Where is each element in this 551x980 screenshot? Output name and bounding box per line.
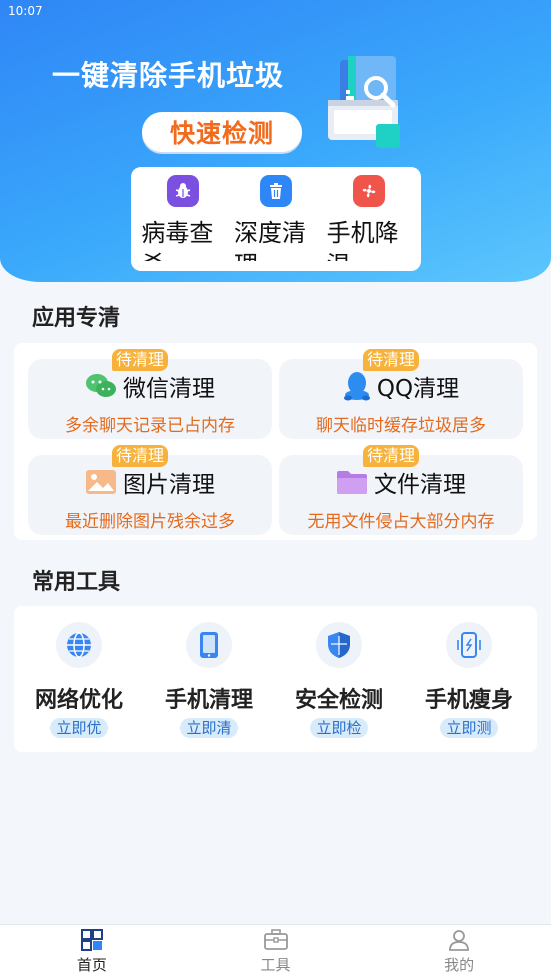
tab-home[interactable]: 首页 [0, 925, 184, 980]
app-tile-pictures[interactable]: 待清理 图片清理 最近删除图片残余过多 [28, 445, 272, 535]
app-desc: 聊天临时缓存垃圾居多 [316, 416, 486, 436]
apps-card: 待清理 微信清理 多余聊天记录已占内存 待清理 QQ清理 聊天临时缓存垃圾居多 … [14, 343, 537, 540]
tab-label: 我的 [444, 956, 475, 974]
pending-badge: 待清理 [363, 445, 420, 467]
bug-icon [167, 175, 200, 207]
phone-vibrate-icon [457, 632, 481, 658]
pending-badge: 待清理 [112, 349, 169, 371]
app-name: 微信清理 [123, 376, 215, 402]
home-grid-icon [80, 929, 103, 951]
feature-label: 病毒查杀 [141, 219, 214, 261]
tool-action-button[interactable]: 立即清 [180, 718, 238, 738]
feature-cool-down[interactable]: 手机降温 [326, 175, 412, 267]
status-time: 10:07 [8, 4, 43, 18]
globe-icon [67, 632, 91, 658]
cleaner-illustration-icon [328, 56, 400, 148]
tab-label: 首页 [76, 956, 107, 974]
pending-badge: 待清理 [363, 349, 420, 371]
shield-icon [328, 632, 350, 658]
tool-name: 网络优化 [34, 688, 123, 713]
app-desc: 无用文件侵占大部分内存 [307, 512, 495, 532]
app-name: 图片清理 [123, 472, 215, 498]
hero-title: 一键清除手机垃圾 [52, 59, 285, 92]
folder-icon [337, 471, 367, 494]
apps-section-title: 应用专清 [32, 306, 121, 331]
phone-icon [200, 632, 218, 658]
app-tile-files[interactable]: 待清理 文件清理 无用文件侵占大部分内存 [279, 445, 523, 535]
tool-security-check[interactable]: 安全检测 立即检 [274, 606, 404, 752]
tool-name: 安全检测 [294, 688, 383, 713]
feature-deep-clean[interactable]: 深度清理 [233, 175, 319, 267]
app-tile-wechat[interactable]: 待清理 微信清理 多余聊天记录已占内存 [28, 349, 272, 439]
fan-icon [352, 175, 385, 207]
feature-card: 病毒查杀 深度清理 手机降温 [131, 167, 421, 271]
app-name: QQ清理 [376, 376, 460, 402]
pending-badge: 待清理 [112, 445, 169, 467]
tools-section-title: 常用工具 [32, 570, 121, 595]
tool-action-button[interactable]: 立即优 [50, 718, 108, 738]
tab-tools[interactable]: 工具 [184, 925, 368, 980]
picture-icon [86, 470, 116, 494]
tool-phone-slim[interactable]: 手机瘦身 立即测 [404, 606, 534, 752]
tab-label: 工具 [260, 956, 291, 974]
user-icon [449, 930, 470, 951]
toolbox-icon [263, 929, 288, 950]
tool-network-optimize[interactable]: 网络优化 立即优 [14, 606, 144, 752]
status-bar: 10:07 [0, 0, 551, 24]
app-name: 文件清理 [374, 472, 466, 498]
bottom-tab-bar: 首页 工具 我的 [0, 924, 551, 980]
app-desc: 最近删除图片残余过多 [65, 512, 235, 532]
tab-mine[interactable]: 我的 [367, 925, 551, 980]
qq-icon [343, 372, 370, 401]
tool-action-button[interactable]: 立即检 [310, 718, 368, 738]
app-tile-qq[interactable]: 待清理 QQ清理 聊天临时缓存垃圾居多 [279, 349, 523, 439]
trash-icon [259, 175, 292, 207]
feature-label: 手机降温 [326, 219, 399, 261]
tool-name: 手机瘦身 [424, 688, 513, 713]
app-desc: 多余聊天记录已占内存 [65, 416, 235, 436]
tool-phone-clean[interactable]: 手机清理 立即清 [144, 606, 274, 752]
tools-card: 网络优化 立即优 手机清理 立即清 安全检测 立即检 手机瘦身 立即测 [14, 606, 537, 752]
feature-label: 深度清理 [233, 219, 306, 261]
feature-virus-scan[interactable]: 病毒查杀 [140, 175, 226, 267]
wechat-icon [86, 374, 116, 397]
tool-action-button[interactable]: 立即测 [440, 718, 498, 738]
quick-scan-button[interactable]: 快速检测 [142, 112, 302, 152]
tool-name: 手机清理 [164, 688, 253, 713]
